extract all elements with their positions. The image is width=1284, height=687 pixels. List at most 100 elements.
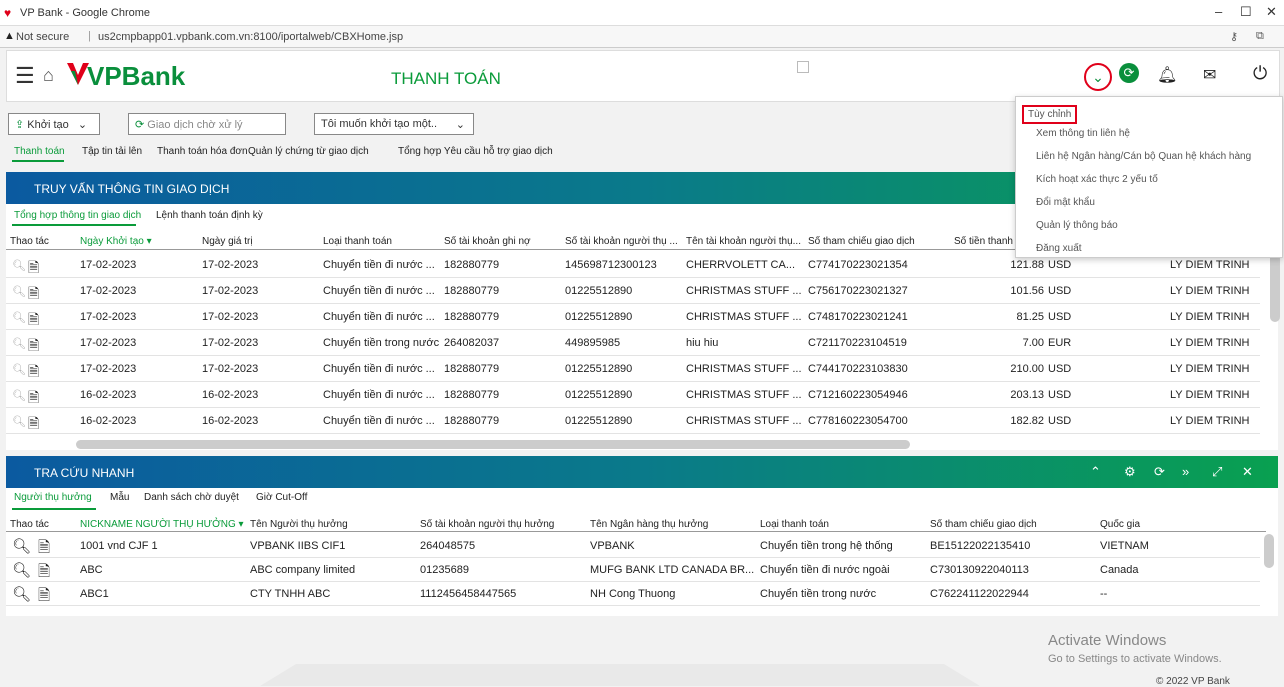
tab-cutoff[interactable]: Giờ Cut-Off — [256, 492, 307, 503]
broken-image-icon — [797, 61, 809, 73]
table-cell: Chuyển tiền đi nước ... — [323, 285, 435, 297]
document-icon[interactable]: 🗎 — [38, 585, 50, 610]
table-cell: ABC — [80, 564, 103, 576]
qcol-acc[interactable]: Số tài khoản người thụ hưởng — [420, 519, 554, 530]
collapse-icon[interactable]: ⌃ — [1090, 464, 1101, 480]
col-debit-acc[interactable]: Số tài khoản ghi nợ — [444, 236, 531, 247]
quick-panel: TRA CỨU NHANH ⌃ ⚙ ⟳ » ⤢ ✕ Người thụ hưởn… — [6, 456, 1278, 616]
menu-contact-bank[interactable]: Liên hệ Ngân hàng/Cán bộ Quan hệ khách h… — [1036, 151, 1251, 162]
refresh-icon: ⟳ — [135, 119, 145, 131]
tab-support[interactable]: Tổng hợp Yêu cầu hỗ trợ giao dịch — [398, 146, 553, 157]
search-icon[interactable]: 🔍︎ — [12, 363, 26, 376]
reload-icon[interactable]: ⟳ — [1154, 464, 1165, 480]
menu-logout[interactable]: Đăng xuất — [1036, 243, 1082, 254]
qcol-name[interactable]: Tên Người thụ hưởng — [250, 519, 348, 530]
search-icon[interactable]: 🔍︎ — [12, 537, 31, 555]
menu-notifications[interactable]: Quản lý thông báo — [1036, 220, 1118, 231]
table-cell: Chuyển tiền trong hệ thống — [760, 540, 893, 552]
qcol-bank[interactable]: Tên Ngân hàng thụ hưởng — [590, 519, 708, 530]
table-cell: 17-02-2023 — [80, 363, 137, 375]
brand-name: VPBank — [87, 61, 186, 91]
want-select[interactable]: Tôi muốn khởi tạo một.. ⌄ — [314, 113, 474, 135]
settings-icon[interactable]: ⚙ — [1124, 464, 1136, 480]
table-cell: Chuyển tiền trong nước — [760, 588, 877, 600]
tab-docs[interactable]: Quản lý chứng từ giao dịch — [248, 146, 369, 157]
mail-icon[interactable]: ✉ — [1203, 65, 1216, 85]
search-icon[interactable]: 🔍︎ — [12, 585, 31, 603]
qcol-ref[interactable]: Số tham chiếu giao dịch — [930, 519, 1037, 530]
currency-cell: USD — [1048, 363, 1072, 375]
maximize-button[interactable]: ☐ — [1240, 4, 1252, 20]
table-cell: ABC1 — [80, 588, 109, 600]
search-icon[interactable]: 🔍︎ — [12, 259, 26, 272]
col-benef-name[interactable]: Tên tài khoản người thụ... — [686, 236, 801, 247]
table-row[interactable]: 🔍︎ 🗎 ABC1 CTY TNHH ABC 1112456458447565 NH Co… — [6, 582, 1260, 606]
col-init-date[interactable]: Ngày Khởi tạo ▾ — [80, 236, 152, 247]
table-row[interactable]: 🔍︎ 🗎 17-02-2023 17-02-2023 Chuyển tiền đi nư… — [6, 304, 1260, 330]
table-row[interactable]: 🔍︎ 🗎 17-02-2023 17-02-2023 Chuyển tiền trong… — [6, 330, 1260, 356]
refresh-icon[interactable]: ⟳ — [1119, 63, 1139, 83]
search-icon[interactable]: 🔍︎ — [12, 415, 26, 428]
document-icon[interactable]: 🗎 — [28, 413, 39, 437]
menu-contact-info[interactable]: Xem thông tin liên hệ — [1036, 128, 1130, 139]
tab-template[interactable]: Mẫu — [110, 492, 129, 503]
table-cell: 182880779 — [444, 311, 500, 323]
search-icon[interactable]: 🔍︎ — [12, 285, 26, 298]
currency-cell: USD — [1048, 415, 1072, 427]
col-pay-type[interactable]: Loại thanh toán — [323, 236, 392, 247]
search-icon[interactable]: 🔍︎ — [12, 389, 26, 402]
table-row[interactable]: 🔍︎ 🗎 16-02-2023 16-02-2023 Chuyển tiền đi nư… — [6, 408, 1260, 434]
tx-v-scrollbar[interactable] — [1270, 252, 1280, 322]
tx-h-scrollbar[interactable] — [76, 440, 910, 449]
translate-icon[interactable]: ⧉ — [1256, 30, 1264, 43]
table-cell: -- — [1100, 588, 1108, 600]
table-row[interactable]: 🔍︎ 🗎 1001 vnd CJF 1 VPBANK IIBS CIF1 2640485… — [6, 534, 1260, 558]
close-icon[interactable]: ✕ — [1242, 464, 1253, 480]
tab-pending[interactable]: Danh sách chờ duyệt — [144, 492, 239, 503]
key-icon[interactable]: ⚷ — [1230, 30, 1238, 43]
table-cell: C712160223054946 — [808, 389, 908, 401]
minimize-button[interactable]: – — [1215, 4, 1222, 19]
col-benef-acc[interactable]: Số tài khoản người thụ ... — [565, 236, 678, 247]
table-row[interactable]: 🔍︎ 🗎 17-02-2023 17-02-2023 Chuyển tiền đi nư… — [6, 278, 1260, 304]
expand-icon[interactable]: ⤢ — [1212, 464, 1222, 480]
tab-thanh-toan[interactable]: Thanh toán — [14, 146, 65, 157]
search-icon[interactable]: 🔍︎ — [12, 311, 26, 324]
menu-customize[interactable]: Tùy chỉnh — [1022, 105, 1078, 124]
forward-icon[interactable]: » — [1182, 464, 1189, 479]
menu-2fa[interactable]: Kích hoạt xác thực 2 yếu tố — [1036, 174, 1158, 185]
table-row[interactable]: 🔍︎ 🗎 ABC ABC company limited 01235689 MUFG BA… — [6, 558, 1260, 582]
col-value-date[interactable]: Ngày giá trị — [202, 236, 253, 247]
close-button[interactable]: ✕ — [1266, 4, 1277, 20]
home-icon[interactable]: ⌂ — [43, 65, 54, 86]
table-row[interactable]: 🔍︎ 🗎 16-02-2023 16-02-2023 Chuyển tiền đi nư… — [6, 382, 1260, 408]
qcol-type[interactable]: Loại thanh toán — [760, 519, 829, 530]
table-cell: 01225512890 — [565, 389, 633, 401]
col-ref[interactable]: Số tham chiếu giao dịch — [808, 236, 915, 247]
search-icon[interactable]: 🔍︎ — [12, 561, 31, 579]
table-cell: 16-02-2023 — [202, 415, 259, 427]
qcol-country[interactable]: Quốc gia — [1100, 519, 1140, 530]
bell-icon[interactable]: 🔔︎ — [1157, 65, 1177, 85]
tab-recurring[interactable]: Lệnh thanh toán định kỳ — [156, 210, 263, 221]
init-button[interactable]: ⇪ Khởi tạo ⌄ — [8, 113, 100, 135]
tab-upload[interactable]: Tập tin tải lên — [82, 146, 142, 157]
table-row[interactable]: 🔍︎ 🗎 17-02-2023 17-02-2023 Chuyển tiền đi nư… — [6, 356, 1260, 382]
address-bar[interactable]: ▲ Not secure | us2cmpbapp01.vpbank.com.v… — [0, 26, 1284, 48]
amount-cell: 203.13 — [1010, 389, 1044, 401]
upload-icon: ⇪ — [15, 119, 25, 131]
tab-summary[interactable]: Tổng hợp thông tin giao dịch — [14, 210, 141, 221]
pending-button[interactable]: ⟳ Giao dịch chờ xử lý — [128, 113, 286, 135]
tab-beneficiary[interactable]: Người thụ hưởng — [14, 492, 92, 503]
menu-change-password[interactable]: Đổi mật khẩu — [1036, 197, 1095, 208]
quick-v-scrollbar[interactable] — [1264, 534, 1274, 568]
tx-subtab-underline — [12, 224, 136, 226]
menu-icon[interactable]: ☰ — [15, 63, 35, 89]
search-icon[interactable]: 🔍︎ — [12, 337, 26, 350]
separator: | — [88, 30, 91, 42]
tab-bill[interactable]: Thanh toán hóa đơn — [157, 146, 248, 157]
qcol-nickname[interactable]: NICKNAME NGƯỜI THỤ HƯỞNG ▾ — [80, 519, 244, 530]
col-amount[interactable]: Số tiền thanh t — [954, 236, 1019, 247]
power-icon[interactable]: ⏻ — [1253, 63, 1267, 84]
user-dropdown-button[interactable]: ⌄ — [1084, 63, 1112, 91]
